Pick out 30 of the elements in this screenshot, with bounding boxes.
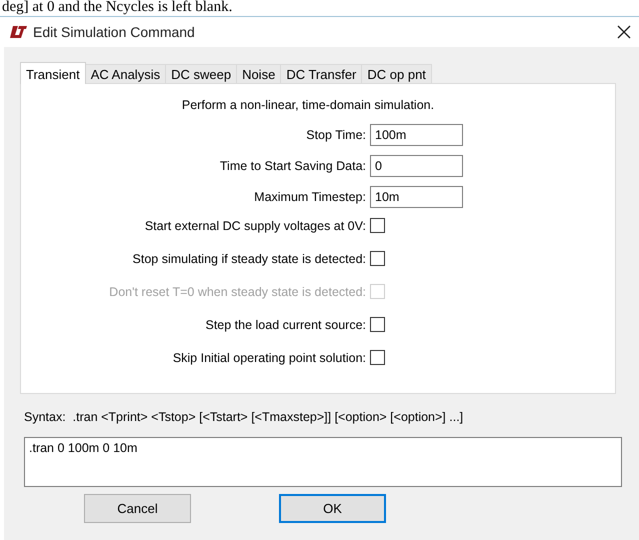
- document-text: deg] at 0 and the Ncycles is left blank.: [0, 0, 639, 17]
- tab[interactable]: Transient: [20, 62, 86, 84]
- checkbox[interactable]: [370, 317, 385, 332]
- option-label: Step the load current source:: [204, 318, 367, 332]
- checkbox[interactable]: [370, 350, 385, 365]
- option-label: Skip Initial operating point solution:: [172, 350, 367, 364]
- checkbox[interactable]: [370, 251, 385, 266]
- close-icon[interactable]: [617, 25, 631, 39]
- command-field[interactable]: .tran 0 100m 0 10m: [24, 437, 622, 487]
- tab[interactable]: Noise: [236, 64, 282, 83]
- tab[interactable]: DC Transfer: [280, 64, 362, 83]
- option-label: Start external DC supply voltages at 0V:: [144, 218, 367, 232]
- syntax-text: Syntax: .tran <Tprint> <Tstop> [<Tstart> [<Tmaxstep>]] [<option> [<option>] ...]: [24, 410, 464, 424]
- tab[interactable]: AC Analysis: [84, 64, 166, 83]
- description-text: Perform a non-linear, time-domain simulation.: [180, 98, 436, 112]
- option-label: Don't reset T=0 when steady state is detected:: [108, 284, 367, 298]
- logo-icon: [9, 25, 27, 39]
- field-label: Maximum Timestep:: [253, 190, 367, 204]
- tab[interactable]: DC sweep: [165, 64, 238, 83]
- checkbox[interactable]: [370, 218, 385, 233]
- field-label: Stop Time:: [305, 128, 367, 142]
- tab[interactable]: DC op pnt: [361, 64, 432, 83]
- option-label: Stop simulating if steady state is detected:: [132, 252, 367, 266]
- field-label: Time to Start Saving Data:: [218, 159, 367, 173]
- input-field[interactable]: 100m: [370, 124, 463, 146]
- dialog-button[interactable]: Cancel: [84, 494, 191, 523]
- input-field[interactable]: 10m: [370, 186, 463, 208]
- input-field[interactable]: 0: [370, 155, 463, 177]
- dialog-button[interactable]: OK: [279, 494, 386, 523]
- window-title: Edit Simulation Command: [33, 24, 196, 40]
